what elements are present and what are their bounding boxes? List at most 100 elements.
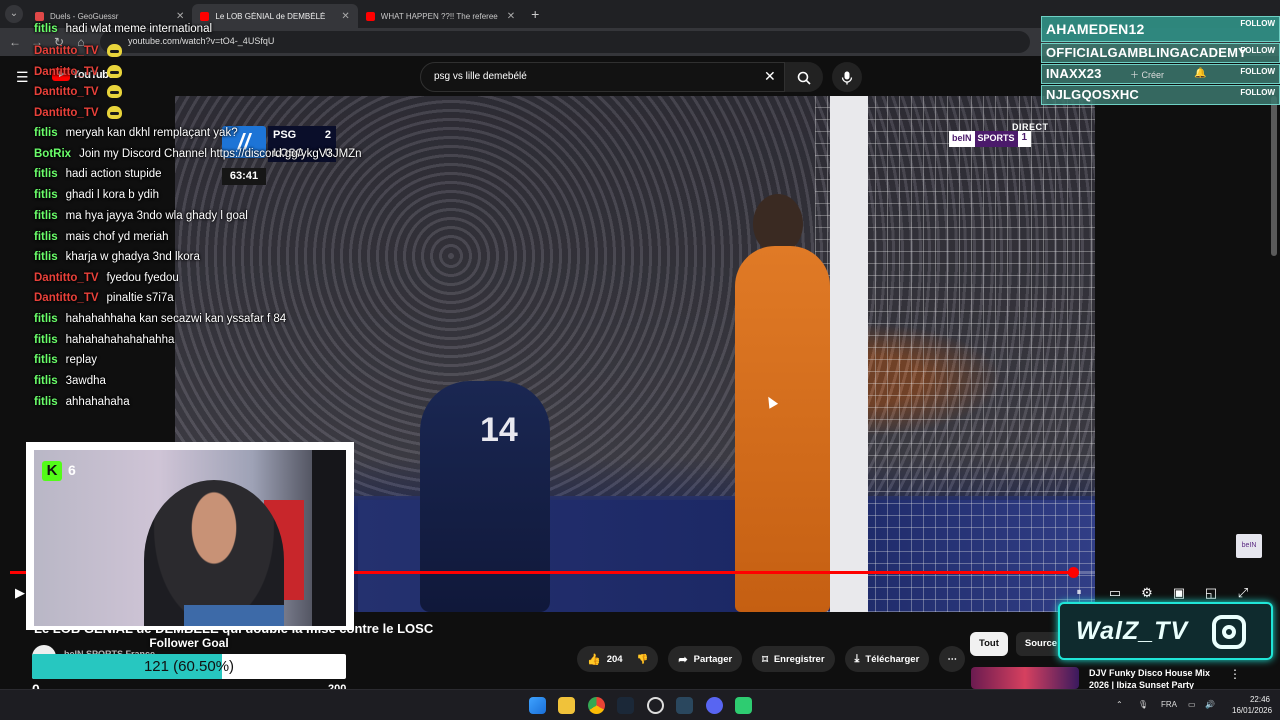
chip-all[interactable]: Tout <box>970 632 1008 656</box>
file-explorer-icon[interactable] <box>558 697 575 714</box>
more-vertical-icon[interactable]: ⋮ <box>1229 667 1241 681</box>
tab-search-button[interactable]: ⌄ <box>5 5 23 23</box>
like-count: 204 <box>606 653 623 665</box>
chat-text: kharja w ghadya 3nd lkora <box>65 251 200 263</box>
chat-username[interactable]: Dantitto_TV <box>34 86 99 98</box>
chat-username[interactable]: fitlis <box>34 334 58 346</box>
back-arrow-icon[interactable]: ← <box>4 35 26 49</box>
chat-username[interactable]: Dantitto_TV <box>34 107 99 119</box>
chat-username[interactable]: BotRix <box>34 148 71 160</box>
close-icon[interactable]: ✕ <box>507 11 515 22</box>
pepe-emote-icon <box>106 44 122 57</box>
channel-watermark-icon[interactable]: beIN <box>1236 534 1262 558</box>
viewer-count: 6 <box>68 462 76 478</box>
new-tab-button[interactable]: + <box>531 6 539 22</box>
chat-message: Dantitto_TV <box>34 65 122 78</box>
follower-name: INAXX23 <box>1046 66 1102 81</box>
thumbs-down-icon[interactable]: 👎 <box>637 654 649 665</box>
search-box[interactable] <box>420 62 785 92</box>
tab-youtube-2[interactable]: WHAT HAPPEN ??!! The referee ✕ <box>358 4 523 28</box>
voice-search-button[interactable] <box>832 62 862 92</box>
follower-row: AHAMEDEN12 FOLLOW <box>1041 16 1280 42</box>
like-button[interactable]: 👍 204 👎 <box>577 646 659 672</box>
fullscreen-icon[interactable]: ⤢ <box>1233 585 1253 601</box>
follow-tag: FOLLOW <box>1240 46 1275 55</box>
video-actions: 👍 204 👎 ➦ Partager ⌑ Enregistrer ⤓ Téléc… <box>577 646 966 672</box>
share-icon: ➦ <box>678 653 688 666</box>
notifications-bell-icon[interactable]: 🔔 <box>1194 68 1206 79</box>
chat-username[interactable]: fitlis <box>34 231 58 243</box>
windows-start-icon[interactable] <box>529 697 546 714</box>
download-button[interactable]: ⤓ Télécharger <box>844 646 930 672</box>
youtube-favicon-icon <box>365 11 375 21</box>
chat-text: meryah kan dkhl remplaçant yak? <box>65 127 238 139</box>
chat-text: hadi action stupide <box>65 168 162 180</box>
microphone-icon <box>841 71 853 85</box>
microphone-tray-icon[interactable]: 🎙 <box>1138 700 1148 709</box>
chat-username[interactable]: Dantitto_TV <box>34 66 99 78</box>
tab-youtube-active[interactable]: Le LOB GÉNIAL de DEMBÉLÉ ✕ <box>192 4 358 28</box>
subtitles-icon[interactable]: ▭ <box>1105 585 1125 601</box>
goal-post <box>830 96 868 612</box>
steam-alt-icon[interactable] <box>676 697 693 714</box>
share-button[interactable]: ➦ Partager <box>668 646 743 672</box>
app-icon[interactable] <box>735 697 752 714</box>
settings-gear-icon[interactable]: ⚙ <box>1137 585 1157 601</box>
chat-username[interactable]: fitlis <box>34 396 58 408</box>
download-label: Télécharger <box>865 653 920 665</box>
save-button[interactable]: ⌑ Enregistrer <box>752 646 835 672</box>
instagram-icon <box>1212 615 1246 649</box>
steam-icon[interactable] <box>617 697 634 714</box>
chat-message: fitlis ma hya jayya 3ndo wla ghady l goal <box>34 210 248 222</box>
search-button[interactable] <box>785 62 823 92</box>
chat-username[interactable]: Dantitto_TV <box>34 292 99 304</box>
page-scrollbar[interactable] <box>1271 96 1277 256</box>
chat-username[interactable]: fitlis <box>34 168 58 180</box>
chat-username[interactable]: fitlis <box>34 210 58 222</box>
chat-text: pinaltie s7i7a <box>106 292 174 304</box>
webcam-feed: K 6 <box>34 450 346 626</box>
recommended-title[interactable]: DJV Funky Disco House Mix 2026 | Ibiza S… <box>1089 667 1229 691</box>
follower-name: NJLGQOSXHC <box>1046 87 1140 102</box>
search-input[interactable] <box>434 71 754 82</box>
create-button[interactable]: ＋ Créer <box>1130 68 1164 81</box>
chat-username[interactable]: fitlis <box>34 313 58 325</box>
menu-icon[interactable]: ☰ <box>16 69 29 86</box>
miniplayer-icon[interactable]: ▣ <box>1169 585 1189 601</box>
chat-message: fitlis hahahahhaha kan secazwi kan yssafa… <box>34 313 286 325</box>
close-icon[interactable]: ✕ <box>176 11 184 22</box>
chat-text: hahahahahahahahha <box>65 334 175 346</box>
team-home: PSG <box>273 129 297 141</box>
chat-username[interactable]: fitlis <box>34 251 58 263</box>
more-actions-button[interactable]: ⋯ <box>939 646 966 672</box>
settings-icon[interactable] <box>647 697 664 714</box>
score-row-home: PSG 2 <box>268 126 336 144</box>
cast-icon[interactable]: ◱ <box>1201 585 1221 601</box>
network-icon[interactable]: ▭ <box>1188 700 1196 709</box>
autoplay-toggle-icon[interactable]: ⏸ <box>1069 587 1089 598</box>
webcam-frame: K 6 <box>26 442 354 630</box>
chat-username[interactable]: fitlis <box>34 127 58 139</box>
address-bar[interactable]: youtube.com/watch?v=tO4-_4USfqU <box>100 31 1030 53</box>
language-indicator[interactable]: FRA <box>1161 700 1177 709</box>
chat-message: fitlis hahahahahahahahha <box>34 334 174 346</box>
close-icon[interactable]: ✕ <box>341 11 349 22</box>
discord-icon[interactable] <box>706 697 723 714</box>
chrome-icon[interactable] <box>588 697 605 714</box>
microphone-arm <box>312 450 346 626</box>
tray-chevron-icon[interactable]: ⌃ <box>1116 700 1123 709</box>
clear-search-icon[interactable]: ✕ <box>764 68 776 85</box>
broadcaster-part-1: beIN <box>949 131 975 147</box>
chat-message: Dantitto_TV fyedou fyedou <box>34 272 179 284</box>
chat-username[interactable]: fitlis <box>34 354 58 366</box>
chat-username[interactable]: Dantitto_TV <box>34 45 99 57</box>
chat-username[interactable]: fitlis <box>34 189 58 201</box>
volume-icon[interactable]: 🔊 <box>1205 700 1215 709</box>
chat-text: ghadi l kora b ydih <box>65 189 159 201</box>
chat-username[interactable]: fitlis <box>34 23 58 35</box>
tab-label: Le LOB GÉNIAL de DEMBÉLÉ <box>215 11 326 21</box>
recommended-thumbnail[interactable] <box>971 667 1079 689</box>
chat-username[interactable]: Dantitto_TV <box>34 272 99 284</box>
system-clock[interactable]: 22:46 16/01/2026 <box>1232 694 1272 716</box>
chat-username[interactable]: fitlis <box>34 375 58 387</box>
